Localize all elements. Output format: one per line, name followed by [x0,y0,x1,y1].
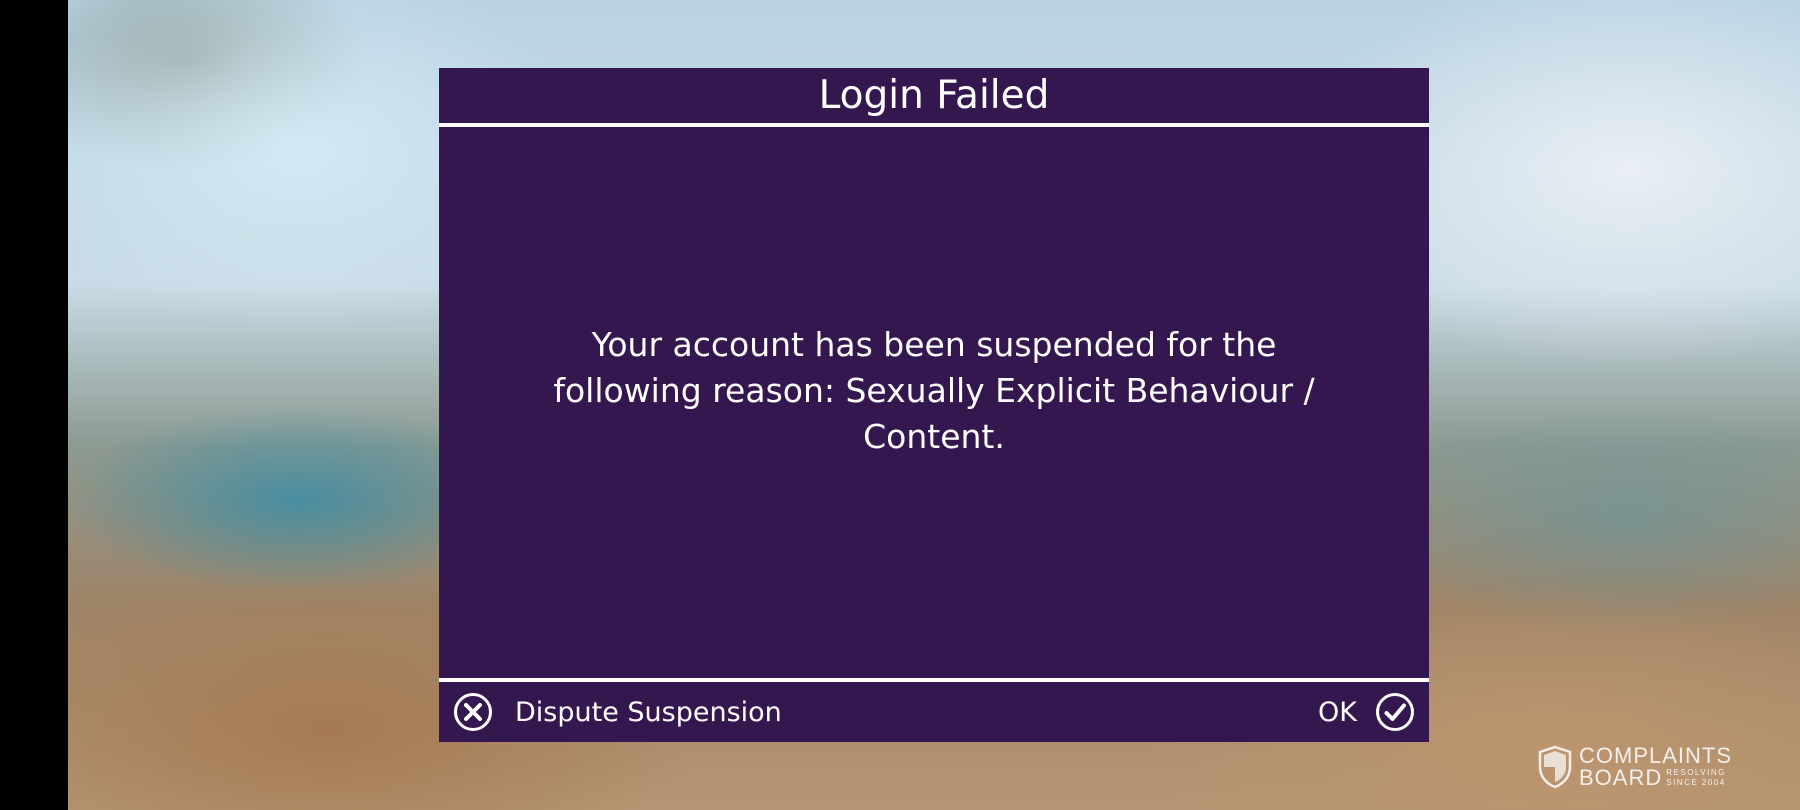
watermark-text: COMPLAINTS BOARD RESOLVING SINCE 2004 [1579,745,1742,789]
dispute-suspension-button[interactable]: Dispute Suspension [453,682,782,742]
ok-button[interactable]: OK [1318,682,1415,742]
dialog-footer: Dispute Suspension OK [439,682,1429,742]
check-circle-icon [1376,693,1414,731]
dialog-body: Your account has been suspended for the … [439,127,1429,678]
watermark-row2: BOARD RESOLVING SINCE 2004 [1579,767,1742,789]
ok-label: OK [1318,696,1357,728]
complaints-board-watermark: COMPLAINTS BOARD RESOLVING SINCE 2004 [1537,744,1752,790]
screen: Login Failed Your account has been suspe… [0,0,1800,810]
watermark-line1: COMPLAINTS [1579,743,1733,768]
dialog-header: Login Failed [439,68,1429,123]
shield-icon [1538,745,1572,789]
dialog-title: Login Failed [818,73,1050,118]
dispute-suspension-label: Dispute Suspension [515,696,782,728]
letterbox-bar [0,0,68,810]
watermark-tagline: RESOLVING SINCE 2004 [1666,768,1726,787]
login-failed-dialog: Login Failed Your account has been suspe… [439,68,1429,742]
watermark-line2: BOARD [1579,765,1663,790]
x-circle-icon [454,693,492,731]
suspension-message: Your account has been suspended for the … [553,324,1315,456]
